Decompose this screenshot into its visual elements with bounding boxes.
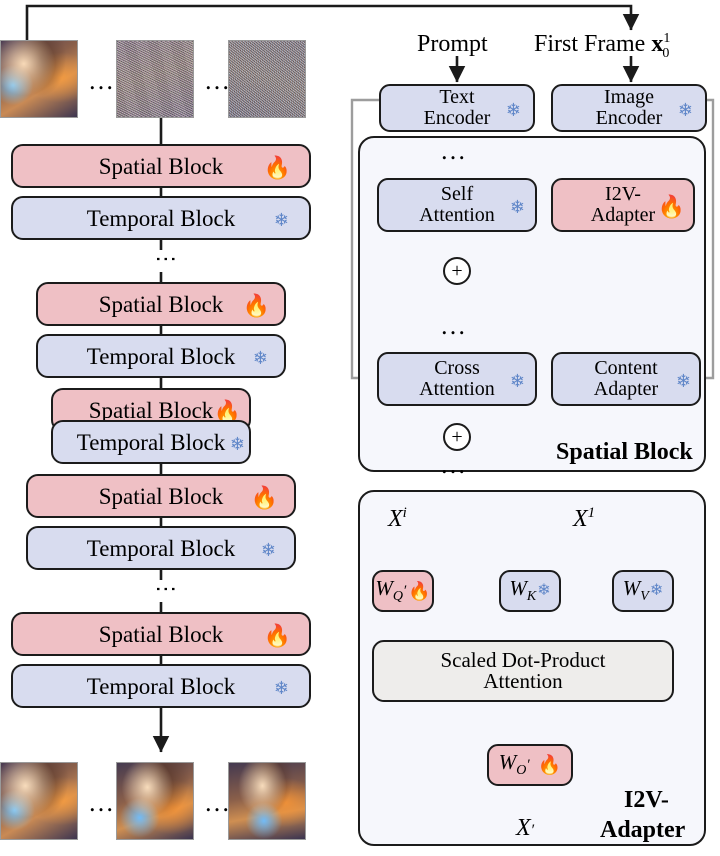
content-adapter-line2: Adapter bbox=[593, 378, 659, 400]
add-symbol: + bbox=[451, 425, 463, 448]
spatial-block-1[interactable]: Spatial Block 🔥 bbox=[11, 144, 311, 188]
image-encoder-line2: Encoder bbox=[595, 107, 663, 129]
snowflake-icon: ❄ bbox=[677, 100, 693, 120]
cross-attention-block[interactable]: Cross Attention ❄ bbox=[377, 352, 537, 406]
output-frame-1 bbox=[0, 762, 78, 840]
residual-add-1: + bbox=[443, 257, 471, 285]
spatial-block-panel-title: Spatial Block bbox=[556, 439, 693, 465]
i2v-adapter-block[interactable]: I2V- Adapter 🔥 bbox=[551, 178, 695, 232]
spatial-block-4[interactable]: Spatial Block 🔥 bbox=[26, 474, 296, 518]
i2v-adapter-line1: I2V- bbox=[605, 183, 641, 205]
image-encoder[interactable]: Image Encoder ❄ bbox=[551, 84, 707, 132]
temporal-block-1[interactable]: Temporal Block ❄ bbox=[11, 196, 311, 240]
i2v-adapter-line2: Adapter bbox=[590, 204, 656, 226]
kv-input-label: X1 bbox=[573, 505, 596, 532]
pipeline-ellipsis-2: ⋮ bbox=[154, 578, 179, 601]
snowflake-icon: ❄ bbox=[252, 348, 268, 368]
snowflake-icon: ❄ bbox=[273, 210, 289, 230]
scaled-dot-product-attention-block[interactable]: Scaled Dot-Product Attention bbox=[372, 640, 674, 702]
wo-block[interactable]: WO′ 🔥 bbox=[487, 744, 573, 786]
prompt-label: Prompt bbox=[417, 31, 488, 57]
temporal-block-3[interactable]: Temporal Block ❄ bbox=[51, 420, 251, 464]
output-frame-3 bbox=[228, 762, 306, 840]
input-frame-2 bbox=[116, 40, 194, 118]
wv-label: WV bbox=[622, 576, 649, 605]
flame-icon: 🔥 bbox=[250, 485, 278, 510]
text-encoder[interactable]: Text Encoder ❄ bbox=[379, 84, 535, 132]
wv-block[interactable]: WV ❄ bbox=[612, 570, 674, 612]
text-encoder-line2: Encoder bbox=[423, 107, 491, 129]
snowflake-icon: ❄ bbox=[675, 371, 691, 391]
output-frame-2 bbox=[116, 762, 194, 840]
temporal-block-1-label: Temporal Block bbox=[86, 205, 236, 231]
wq-block[interactable]: WQ′ 🔥 bbox=[372, 570, 434, 612]
flame-icon: 🔥 bbox=[242, 293, 270, 318]
self-attention-line2: Attention bbox=[419, 204, 495, 226]
adapter-output-label: X′ bbox=[516, 815, 535, 841]
content-adapter-line1: Content bbox=[594, 357, 658, 379]
cross-attention-line2: Attention bbox=[419, 378, 495, 400]
flame-icon: 🔥 bbox=[537, 754, 562, 776]
spatial-block-3-label: Spatial Block bbox=[88, 397, 214, 423]
self-attention-block[interactable]: Self Attention ❄ bbox=[377, 178, 537, 232]
temporal-block-2-label: Temporal Block bbox=[86, 343, 236, 369]
first-frame-symbol: x10 bbox=[651, 31, 671, 61]
spatial-panel-ellipsis-bottom: … bbox=[440, 450, 468, 479]
input-frame-3 bbox=[228, 40, 306, 118]
snowflake-icon: ❄ bbox=[229, 434, 245, 454]
temporal-block-4[interactable]: Temporal Block ❄ bbox=[26, 526, 296, 570]
flame-icon: 🔥 bbox=[408, 581, 431, 601]
spatial-panel-ellipsis-top: … bbox=[440, 136, 468, 165]
residual-add-2: + bbox=[443, 423, 471, 451]
attention-line1: Scaled Dot-Product bbox=[440, 648, 606, 672]
spatial-block-2-label: Spatial Block bbox=[98, 291, 224, 317]
content-adapter-block[interactable]: Content Adapter ❄ bbox=[551, 352, 701, 406]
snowflake-icon: ❄ bbox=[505, 100, 521, 120]
input-frames-ellipsis-1: … bbox=[88, 66, 116, 95]
snowflake-icon: ❄ bbox=[537, 582, 551, 599]
spatial-panel-ellipsis-mid: … bbox=[440, 311, 468, 340]
add-symbol: + bbox=[451, 259, 463, 282]
figure-canvas: … … Spatial Block 🔥 Temporal Block ❄ ⋮ S… bbox=[0, 0, 720, 856]
first-frame-label: First Frame x10 bbox=[534, 31, 671, 61]
wk-label: WK bbox=[509, 576, 537, 605]
temporal-block-5-label: Temporal Block bbox=[86, 673, 236, 699]
spatial-block-5[interactable]: Spatial Block 🔥 bbox=[11, 612, 311, 656]
wq-label: WQ′ bbox=[375, 576, 407, 605]
snowflake-icon: ❄ bbox=[273, 678, 289, 698]
flame-icon: 🔥 bbox=[263, 623, 291, 648]
output-frames-ellipsis-1: … bbox=[88, 788, 116, 817]
i2v-adapter-panel-title-line1: I2V- bbox=[624, 787, 669, 813]
cross-attention-line1: Cross bbox=[434, 357, 480, 379]
wo-label: WO′ bbox=[498, 750, 530, 779]
spatial-block-4-label: Spatial Block bbox=[98, 483, 224, 509]
temporal-block-4-label: Temporal Block bbox=[86, 535, 236, 561]
snowflake-icon: ❄ bbox=[260, 540, 276, 560]
attention-line2: Attention bbox=[483, 669, 563, 693]
snowflake-icon: ❄ bbox=[509, 197, 525, 217]
wk-block[interactable]: WK ❄ bbox=[499, 570, 561, 612]
snowflake-icon: ❄ bbox=[649, 582, 664, 599]
flame-icon: 🔥 bbox=[263, 155, 291, 180]
first-frame-text: First Frame bbox=[534, 31, 646, 57]
pipeline-ellipsis-1: ⋮ bbox=[154, 248, 179, 271]
snowflake-icon: ❄ bbox=[509, 371, 525, 391]
i2v-adapter-panel-title-line2: Adapter bbox=[600, 817, 686, 843]
spatial-block-1-label: Spatial Block bbox=[98, 153, 224, 179]
temporal-block-2[interactable]: Temporal Block ❄ bbox=[36, 334, 286, 378]
text-encoder-line1: Text bbox=[439, 86, 475, 108]
spatial-block-5-label: Spatial Block bbox=[98, 621, 224, 647]
image-encoder-line1: Image bbox=[604, 86, 654, 108]
input-frame-1 bbox=[0, 40, 78, 118]
flame-icon: 🔥 bbox=[657, 194, 685, 219]
temporal-block-5[interactable]: Temporal Block ❄ bbox=[11, 664, 311, 708]
self-attention-line1: Self bbox=[440, 183, 474, 205]
spatial-block-2[interactable]: Spatial Block 🔥 bbox=[36, 282, 286, 326]
temporal-block-3-label: Temporal Block bbox=[76, 429, 226, 455]
query-input-label: Xi bbox=[388, 505, 407, 532]
